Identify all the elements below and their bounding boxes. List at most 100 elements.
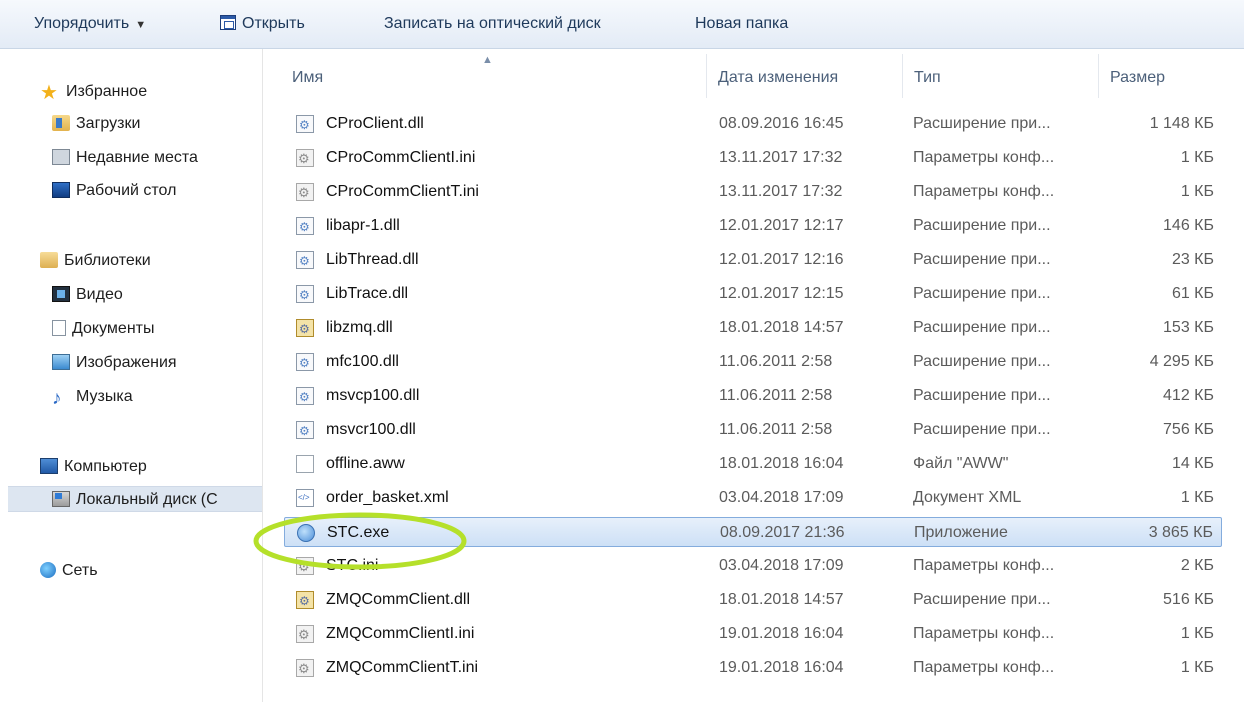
- new-folder-button[interactable]: Новая папка: [691, 10, 792, 38]
- nav-downloads-label: Загрузки: [76, 115, 141, 132]
- file-type: Расширение при...: [913, 591, 1051, 608]
- ini-icon: [296, 620, 314, 650]
- nav-computer-label: Компьютер: [64, 458, 147, 475]
- nav-images-label: Изображения: [76, 354, 177, 371]
- file-type: Параметры конф...: [913, 183, 1055, 200]
- organize-button[interactable]: Упорядочить ▼: [30, 10, 150, 38]
- file-row[interactable]: CProClient.dll 08.09.2016 16:45 Расширение…: [284, 109, 1222, 140]
- file-name: STC.ini: [326, 557, 379, 574]
- column-header-date[interactable]: Дата изменения: [718, 58, 898, 98]
- file-name: mfc100.dll: [326, 353, 399, 370]
- exe-icon: [297, 524, 315, 542]
- file-size: 1 КБ: [1180, 149, 1214, 166]
- file-name: ZMQCommClientI.ini: [326, 625, 475, 642]
- file-type: Параметры конф...: [913, 625, 1055, 642]
- file-date: 12.01.2017 12:15: [719, 285, 844, 302]
- video-icon: [52, 286, 70, 302]
- file-row[interactable]: offline.aww 18.01.2018 16:04 Файл "AWW" 14 …: [284, 449, 1222, 479]
- dll-icon: [296, 110, 314, 140]
- nav-desktop[interactable]: Рабочий стол: [52, 178, 176, 204]
- dll-icon: [296, 416, 314, 446]
- nav-computer[interactable]: Компьютер: [40, 454, 147, 480]
- file-row[interactable]: ZMQCommClient.dll 18.01.2018 14:57 Расшире…: [284, 585, 1222, 616]
- computer-icon: [40, 458, 58, 474]
- nav-recent[interactable]: Недавние места: [52, 145, 198, 171]
- column-header-name[interactable]: Имя: [292, 58, 702, 98]
- file-date: 08.09.2017 21:36: [720, 524, 845, 541]
- dll-icon: [296, 348, 314, 378]
- file-row[interactable]: libzmq.dll 18.01.2018 14:57 Расширение при…: [284, 313, 1222, 344]
- column-divider[interactable]: [1098, 54, 1099, 98]
- dll-signed-icon: [296, 586, 314, 616]
- images-icon: [52, 354, 70, 370]
- file-row[interactable]: msvcr100.dll 11.06.2011 2:58 Расширение пр…: [284, 415, 1222, 446]
- file-size: 516 КБ: [1163, 591, 1214, 608]
- file-row[interactable]: STC.ini 03.04.2018 17:09 Параметры конф...…: [284, 551, 1222, 582]
- file-type: Расширение при...: [913, 319, 1051, 336]
- file-row[interactable]: mfc100.dll 11.06.2011 2:58 Расширение при.…: [284, 347, 1222, 378]
- file-row[interactable]: ZMQCommClientT.ini 19.01.2018 16:04 Параме…: [284, 653, 1222, 684]
- file-date: 19.01.2018 16:04: [719, 659, 844, 676]
- file-type: Расширение при...: [913, 353, 1051, 370]
- file-name: ZMQCommClient.dll: [326, 591, 471, 608]
- nav-music[interactable]: ♪ Музыка: [52, 384, 133, 410]
- file-size: 1 КБ: [1180, 489, 1214, 506]
- file-type: Приложение: [914, 524, 1008, 541]
- column-header-size[interactable]: Размер: [1110, 58, 1220, 98]
- file-size: 2 КБ: [1180, 557, 1214, 574]
- music-note-icon: ♪: [52, 388, 62, 409]
- file-row[interactable]: libapr-1.dll 12.01.2017 12:17 Расширение п…: [284, 211, 1222, 242]
- file-size: 146 КБ: [1163, 217, 1214, 234]
- nav-desktop-label: Рабочий стол: [76, 182, 177, 199]
- file-row[interactable]: CProCommClientI.ini 13.11.2017 17:32 Парам…: [284, 143, 1222, 174]
- file-row[interactable]: order_basket.xml 03.04.2018 17:09 Документ…: [284, 483, 1222, 513]
- nav-downloads[interactable]: Загрузки: [52, 111, 140, 137]
- file-date: 13.11.2017 17:32: [719, 149, 843, 166]
- file-row[interactable]: msvcp100.dll 11.06.2011 2:58 Расширение пр…: [284, 381, 1222, 412]
- command-bar: Упорядочить ▼ Открыть Записать на оптичес…: [0, 0, 1244, 49]
- file-row[interactable]: CProCommClientT.ini 13.11.2017 17:32 Парам…: [284, 177, 1222, 208]
- file-size: 1 КБ: [1180, 183, 1214, 200]
- file-name: LibTrace.dll: [326, 285, 409, 302]
- file-row[interactable]: LibThread.dll 12.01.2017 12:16 Расширение …: [284, 245, 1222, 276]
- file-date: 03.04.2018 17:09: [719, 557, 844, 574]
- column-divider[interactable]: [902, 54, 903, 98]
- nav-video-label: Видео: [76, 286, 123, 303]
- file-row[interactable]: STC.exe 08.09.2017 21:36 Приложение 3 865 К…: [284, 517, 1222, 547]
- file-type: Документ XML: [913, 489, 1022, 506]
- nav-local-disk[interactable]: Локальный диск (С: [8, 486, 262, 512]
- nav-documents[interactable]: Документы: [52, 316, 154, 342]
- file-name: msvcp100.dll: [326, 387, 420, 404]
- file-name: msvcr100.dll: [326, 421, 416, 438]
- nav-favorites[interactable]: ★ Избранное: [40, 79, 147, 105]
- file-date: 18.01.2018 14:57: [719, 591, 844, 608]
- file-name: offline.aww: [326, 455, 405, 472]
- nav-network-label: Сеть: [62, 562, 98, 579]
- file-row[interactable]: ZMQCommClientI.ini 19.01.2018 16:04 Параме…: [284, 619, 1222, 650]
- file-date: 19.01.2018 16:04: [719, 625, 844, 642]
- downloads-folder-icon: [52, 115, 70, 131]
- dll-icon: [296, 212, 314, 242]
- file-type: Расширение при...: [913, 251, 1051, 268]
- column-header-type[interactable]: Тип: [914, 58, 1094, 98]
- file-size: 61 КБ: [1171, 285, 1214, 302]
- file-name: libapr-1.dll: [326, 217, 400, 234]
- open-button[interactable]: Открыть: [216, 10, 309, 38]
- burn-button[interactable]: Записать на оптический диск: [380, 10, 605, 38]
- open-icon: [220, 15, 236, 30]
- nav-local-disk-label: Локальный диск (С: [76, 491, 218, 508]
- nav-libraries[interactable]: Библиотеки: [40, 248, 151, 274]
- file-date: 13.11.2017 17:32: [719, 183, 843, 200]
- file-size: 153 КБ: [1163, 319, 1214, 336]
- nav-images[interactable]: Изображения: [52, 350, 177, 376]
- local-disk-icon: [52, 491, 70, 507]
- file-date: 03.04.2018 17:09: [719, 489, 844, 506]
- file-row[interactable]: LibTrace.dll 12.01.2017 12:15 Расширение п…: [284, 279, 1222, 310]
- column-divider[interactable]: [706, 54, 707, 98]
- ini-icon: [296, 654, 314, 684]
- nav-network[interactable]: Сеть: [40, 558, 98, 584]
- nav-video[interactable]: Видео: [52, 282, 123, 308]
- file-date: 08.09.2016 16:45: [719, 115, 844, 132]
- new-folder-label: Новая папка: [695, 15, 789, 32]
- file-size: 23 КБ: [1171, 251, 1214, 268]
